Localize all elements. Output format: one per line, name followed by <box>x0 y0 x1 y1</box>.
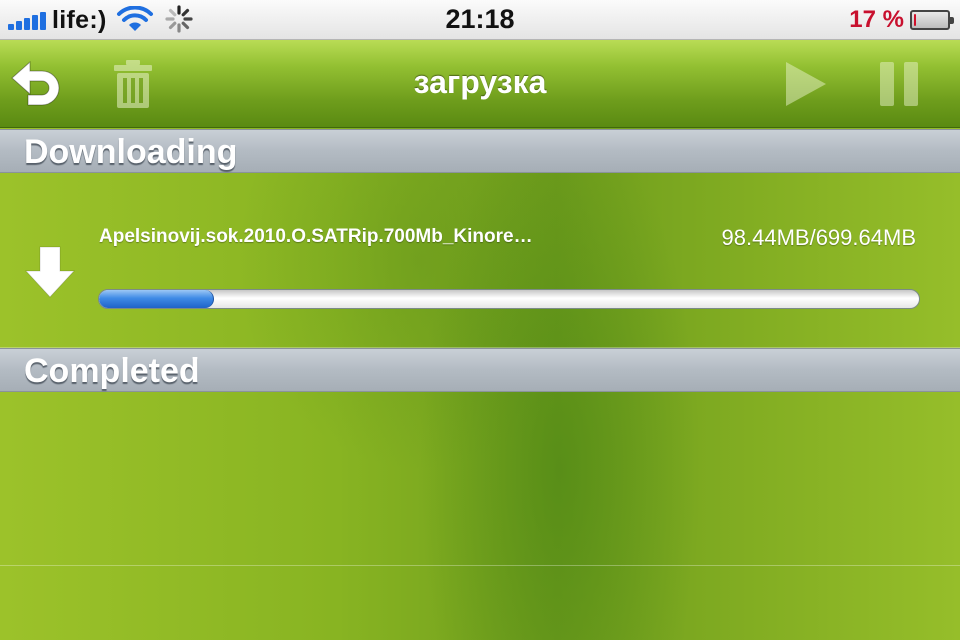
download-file-size: 98.44MB/699.64MB <box>721 225 916 250</box>
pause-button[interactable] <box>872 58 928 110</box>
section-header-downloading: Downloading <box>0 129 960 173</box>
battery-percent: 17 % <box>849 6 904 33</box>
download-file-name: Apelsinovij.sok.2010.O.SATRip.700Mb_Kino… <box>99 226 533 247</box>
play-button[interactable] <box>780 58 830 110</box>
download-progress-bar <box>98 289 920 309</box>
clock: 21:18 <box>445 4 515 34</box>
download-progress-fill <box>99 290 215 308</box>
download-arrow-icon <box>24 246 76 298</box>
play-icon <box>786 62 826 106</box>
download-item[interactable]: Apelsinovij.sok.2010.O.SATRip.700Mb_Kino… <box>0 173 960 348</box>
battery-icon <box>910 10 954 30</box>
nav-bar: загрузка <box>0 40 960 128</box>
battery-level <box>914 14 917 26</box>
pause-icon <box>880 62 918 106</box>
section-title-downloading: Downloading <box>24 133 238 171</box>
list-divider <box>0 565 960 566</box>
section-header-completed: Completed <box>0 348 960 392</box>
status-bar: life:) 21:18 17 % <box>0 0 960 40</box>
section-title-completed: Completed <box>24 352 200 390</box>
completed-list <box>0 392 960 640</box>
